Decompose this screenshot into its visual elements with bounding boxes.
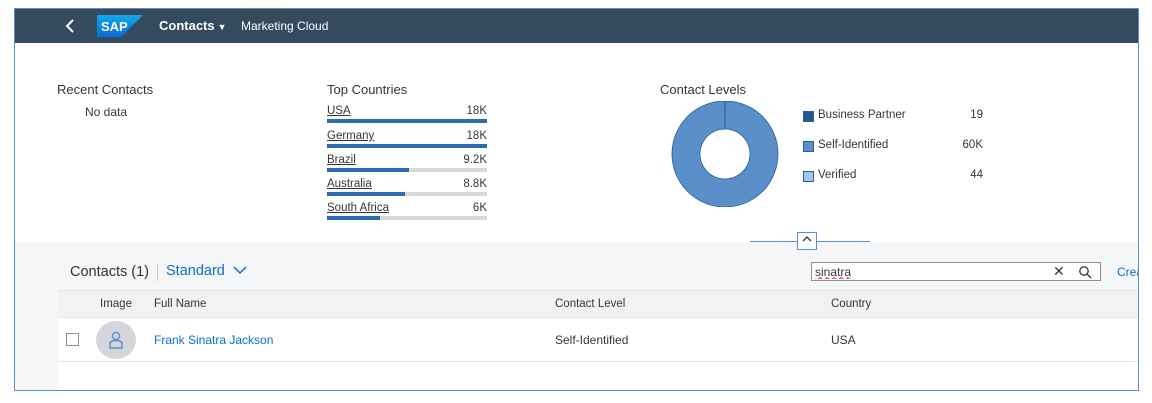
caret-down-icon: ▼ — [217, 22, 227, 32]
country-bar-track — [327, 144, 487, 148]
legend-value: 60K — [962, 139, 983, 151]
column-header-contact-level[interactable]: Contact Level — [555, 298, 625, 310]
country-row[interactable]: Brazil 9.2K — [327, 154, 487, 176]
country-bar-fill — [327, 216, 380, 220]
cell-full-name[interactable]: Frank Sinatra Jackson — [154, 333, 273, 347]
header-kpi-area: Recent Contacts No data Top Countries US… — [15, 43, 1138, 242]
legend-value: 44 — [970, 169, 983, 181]
country-value: 18K — [466, 130, 487, 142]
legend-swatch — [803, 141, 814, 152]
country-bar-track — [327, 192, 487, 196]
create-button[interactable]: Crea — [1117, 265, 1138, 279]
sap-logo[interactable]: SAP — [97, 15, 143, 37]
contact-levels-donut[interactable] — [668, 101, 782, 207]
variant-selector[interactable]: Standard — [166, 263, 247, 279]
legend-item[interactable]: Business Partner 19 — [803, 109, 983, 127]
back-button[interactable] — [61, 15, 81, 37]
title-separator — [157, 264, 158, 281]
country-label[interactable]: South Africa — [327, 202, 389, 214]
cell-contact-level: Self-Identified — [555, 333, 629, 347]
recent-contacts-empty: No data — [85, 105, 128, 119]
recent-contacts-title: Recent Contacts — [57, 82, 154, 97]
country-bar-fill — [327, 192, 406, 196]
avatar — [96, 321, 136, 359]
sap-logo-text: SAP — [101, 19, 128, 34]
country-value: 8.8K — [463, 178, 487, 190]
country-label[interactable]: Brazil — [327, 154, 356, 166]
row-checkbox[interactable] — [66, 333, 79, 346]
table-row[interactable]: Frank Sinatra Jackson Self-Identified US… — [58, 318, 1138, 362]
chevron-left-icon — [65, 19, 74, 33]
legend-value: 19 — [970, 109, 983, 121]
legend-swatch — [803, 171, 814, 182]
legend-item[interactable]: Self-Identified 60K — [803, 139, 983, 157]
country-label[interactable]: Australia — [327, 178, 372, 190]
country-bar-fill — [327, 119, 487, 123]
country-label[interactable]: USA — [327, 105, 351, 117]
table-empty-area — [58, 362, 1138, 390]
legend-item[interactable]: Verified 44 — [803, 169, 983, 187]
chevron-down-icon — [233, 266, 247, 275]
country-bar-track — [327, 119, 487, 123]
column-header-full-name[interactable]: Full Name — [154, 298, 206, 310]
column-header-country[interactable]: Country — [831, 298, 871, 310]
app-title-menu[interactable]: Contacts ▼ — [159, 18, 227, 33]
country-bar-fill — [327, 144, 487, 148]
search-input[interactable] — [815, 264, 1047, 279]
country-bar-track — [327, 216, 487, 220]
country-value: 9.2K — [463, 154, 487, 166]
search-field[interactable]: ✕ — [811, 262, 1101, 281]
top-countries-title: Top Countries — [327, 82, 408, 97]
country-bar-track — [327, 168, 487, 172]
legend-label: Verified — [818, 169, 857, 181]
app-title: Contacts — [159, 18, 215, 33]
legend-swatch — [803, 111, 814, 122]
country-row[interactable]: Germany 18K — [327, 130, 487, 152]
country-value: 18K — [466, 105, 487, 117]
cell-country: USA — [831, 333, 856, 347]
country-row[interactable]: Australia 8.8K — [327, 178, 487, 200]
shell-bar: SAP Contacts ▼ Marketing Cloud — [15, 9, 1138, 43]
country-bar-fill — [327, 168, 409, 172]
country-label[interactable]: Germany — [327, 130, 374, 142]
legend-label: Self-Identified — [818, 139, 889, 151]
country-row[interactable]: USA 18K — [327, 105, 487, 127]
table-title: Contacts (1) — [70, 264, 149, 280]
country-value: 6K — [472, 202, 487, 214]
legend-label: Business Partner — [818, 109, 906, 121]
country-row[interactable]: South Africa 6K — [327, 202, 487, 224]
variant-label: Standard — [166, 263, 225, 279]
person-icon — [109, 331, 123, 349]
table-header: Image Full Name Contact Level Country — [58, 290, 1138, 318]
clear-icon[interactable]: ✕ — [1053, 263, 1065, 280]
chevron-up-icon — [802, 236, 812, 242]
contact-levels-title: Contact Levels — [660, 82, 746, 97]
column-header-image[interactable]: Image — [100, 298, 132, 310]
app-subtitle: Marketing Cloud — [241, 19, 329, 33]
search-icon[interactable] — [1078, 265, 1092, 279]
collapse-header-button[interactable] — [797, 232, 817, 250]
app-frame: SAP Contacts ▼ Marketing Cloud Recent Con… — [14, 8, 1139, 391]
